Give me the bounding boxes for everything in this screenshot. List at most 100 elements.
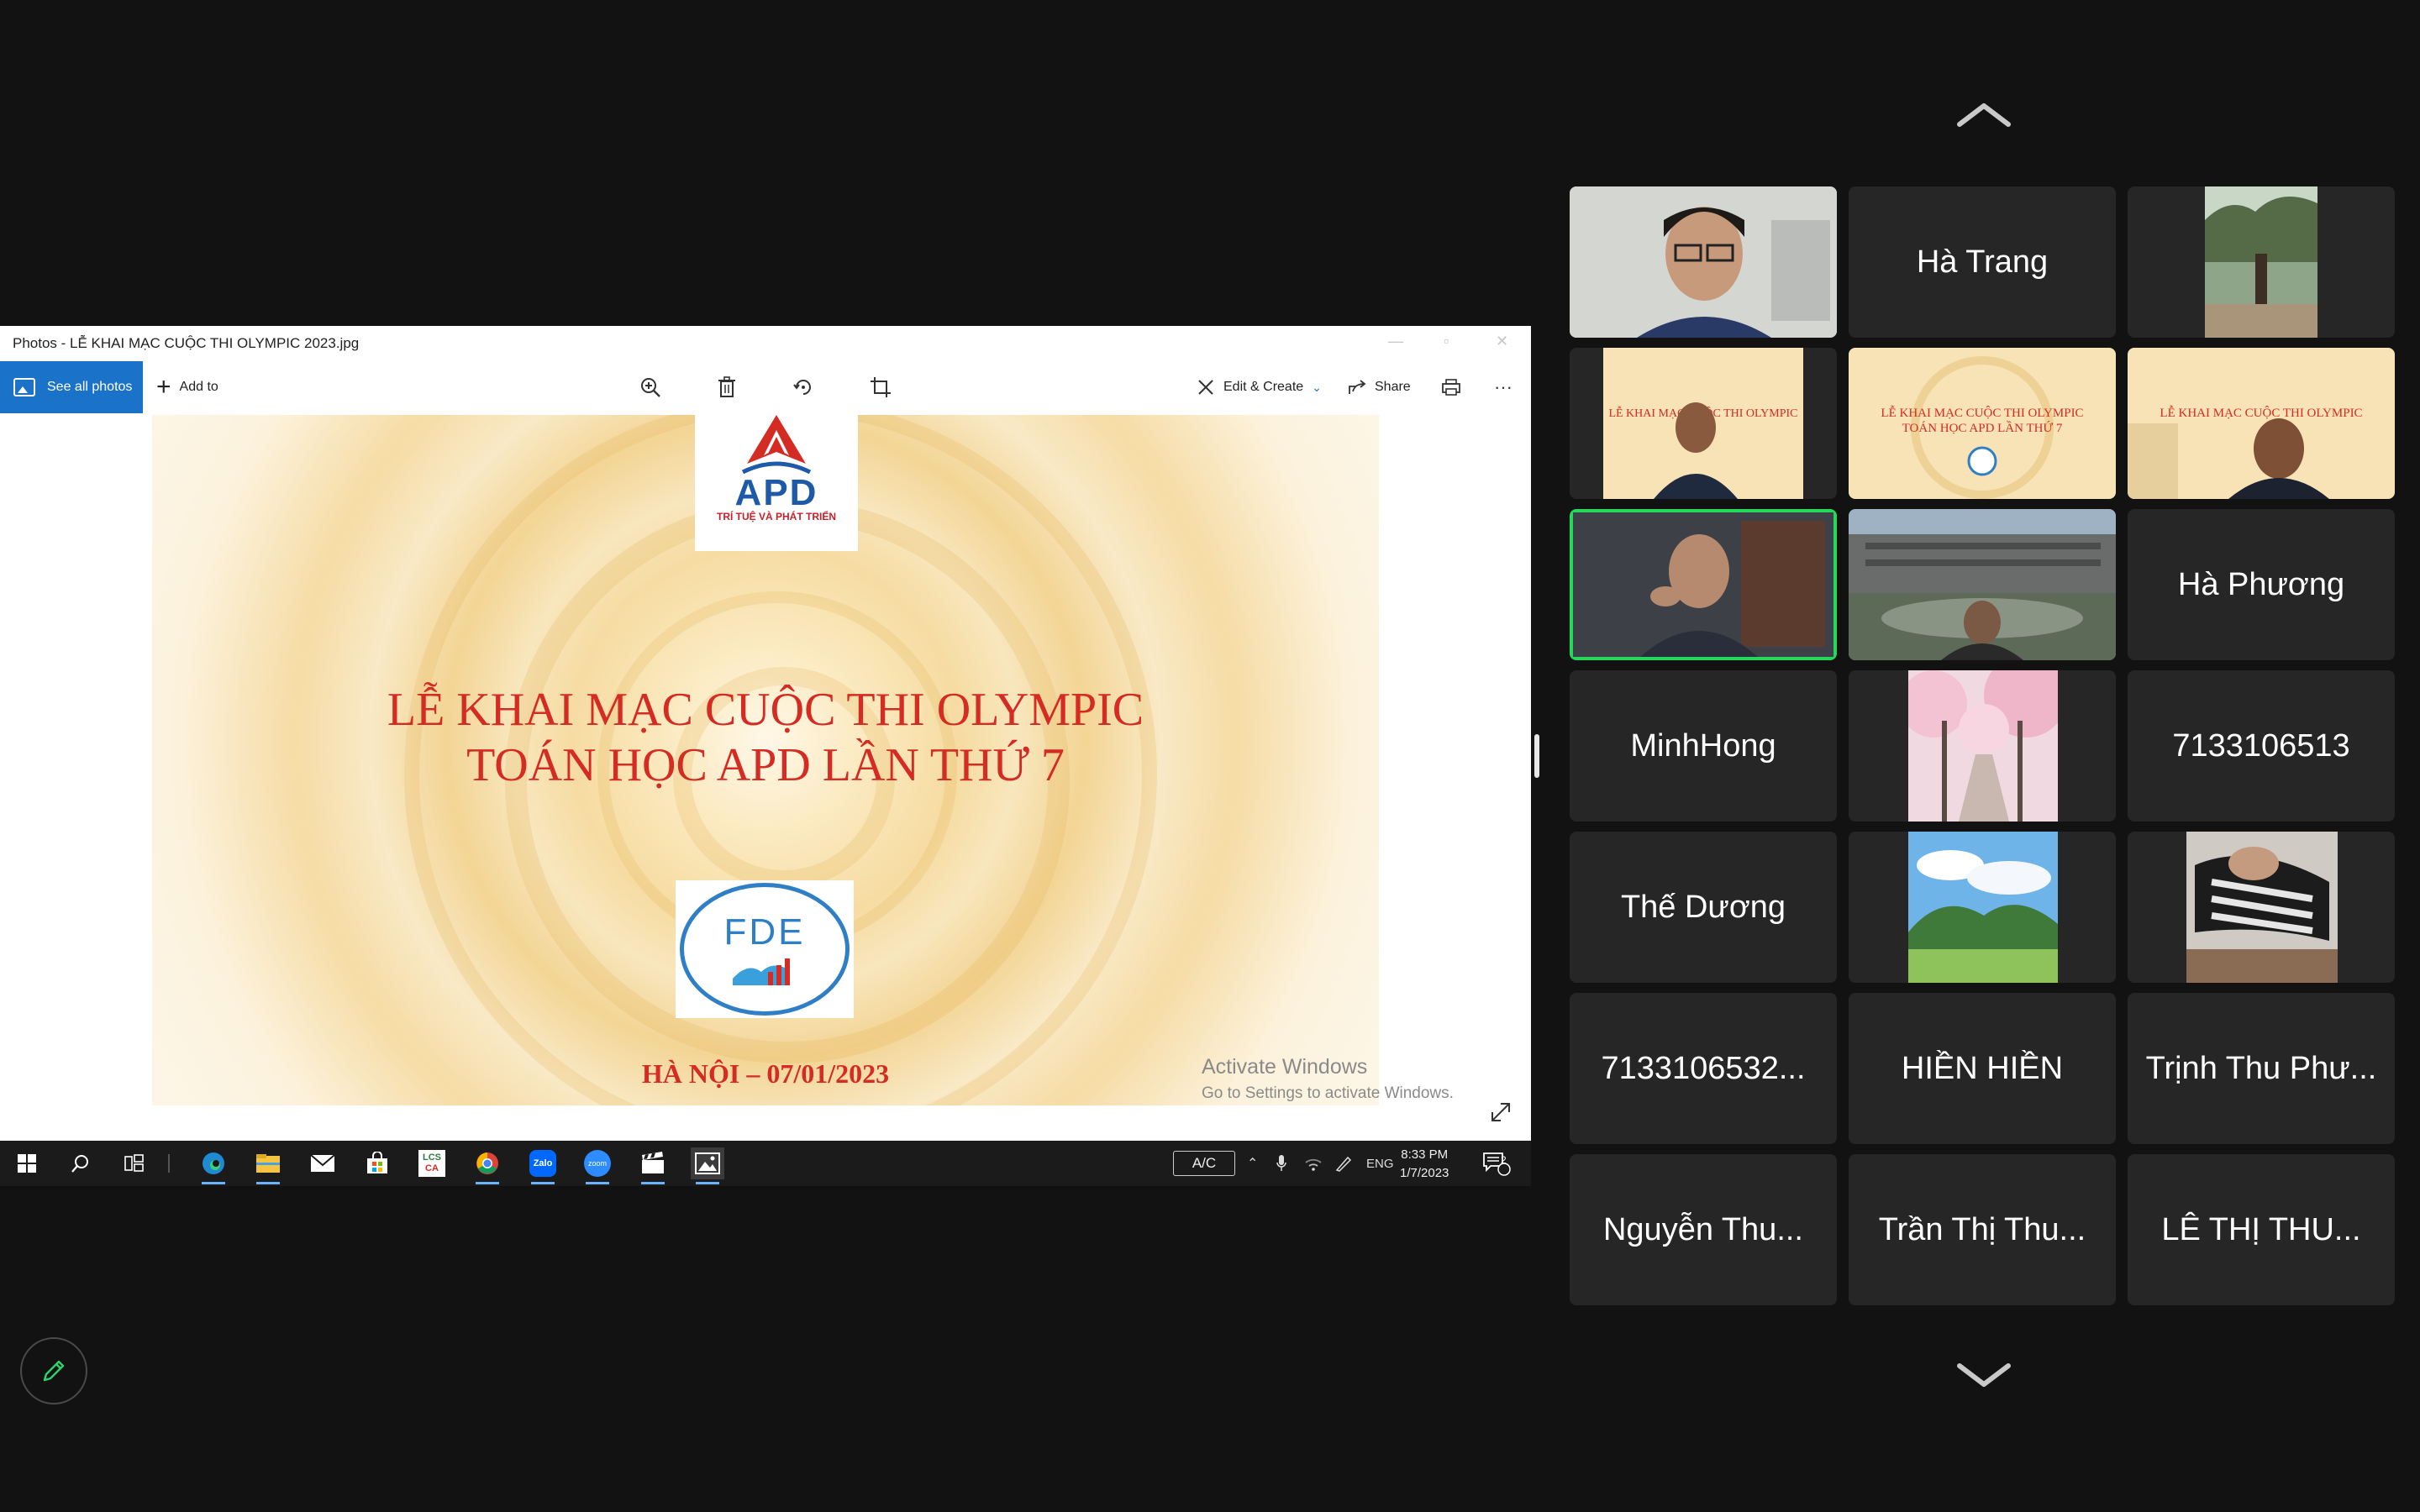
windows-taskbar: LCS CA Zalo zoom A/C ⌃ ENG 8:33 PM 1/7/2… (0, 1141, 1531, 1186)
participant-tile[interactable] (1570, 186, 1837, 338)
participant-tile[interactable] (2128, 832, 2395, 983)
fde-logo: FDE (676, 880, 854, 1018)
edge-icon[interactable] (197, 1147, 230, 1184)
search-icon[interactable] (64, 1147, 97, 1179)
edit-create-button[interactable]: Edit & Create ⌄ (1197, 361, 1322, 413)
participant-name: 7133106513 (2172, 727, 2350, 764)
participant-tile-active-speaker[interactable] (1570, 509, 1837, 660)
pen-tray-icon[interactable] (1334, 1141, 1353, 1186)
participant-tile[interactable]: LỄ KHAI MẠC CUỘC THI OLYMPIC (2128, 348, 2395, 499)
show-hidden-icons-icon[interactable]: ⌃ (1247, 1141, 1258, 1186)
slide-title: LỄ KHAI MẠC CUỘC THI OLYMPIC TOÁN HỌC AP… (152, 682, 1379, 793)
participant-profile-photo (2205, 186, 2317, 338)
fde-logo-text: FDE (723, 911, 806, 953)
video-editor-icon[interactable] (636, 1147, 670, 1184)
file-explorer-icon[interactable] (251, 1147, 285, 1184)
share-button[interactable]: Share (1348, 361, 1411, 413)
svg-text:LỄ KHAI MẠC CUỘC THI OLYMPIC: LỄ KHAI MẠC CUỘC THI OLYMPIC (1881, 405, 2083, 420)
wifi-icon[interactable] (1304, 1141, 1323, 1186)
lcs-ca-icon[interactable]: LCS CA (415, 1147, 449, 1179)
participant-tile[interactable] (1849, 670, 2116, 822)
zoom-label: zoom (584, 1150, 611, 1177)
participant-tile[interactable]: Nguyễn Thu... (1570, 1154, 1837, 1305)
bar-chart-icon (733, 958, 790, 985)
photo-icon (13, 378, 35, 396)
chrome-icon[interactable] (471, 1147, 504, 1184)
annotate-button[interactable] (20, 1337, 87, 1404)
participant-tile[interactable] (2128, 186, 2395, 338)
see-all-photos-button[interactable]: See all photos (0, 361, 143, 413)
gallery-up-arrow-icon[interactable] (1954, 97, 2013, 131)
task-view-icon[interactable] (118, 1147, 151, 1179)
participant-name: Nguyễn Thu... (1602, 1211, 1803, 1247)
participant-profile-photo (2186, 832, 2338, 983)
participant-tile[interactable]: Hà Phương (2128, 509, 2395, 660)
expand-fullscreen-icon[interactable] (1489, 1100, 1512, 1124)
participant-video: LỄ KHAI MẠC CUỘC THI OLYMPIC (2128, 348, 2395, 499)
participant-tile[interactable]: MinhHong (1570, 670, 1837, 822)
share-label: Share (1375, 380, 1411, 394)
participant-tile[interactable]: HIỀN HIỀN (1849, 993, 2116, 1144)
photos-app-icon[interactable] (691, 1147, 724, 1184)
zoom-app-icon[interactable]: zoom (581, 1147, 614, 1184)
participant-name: Trịnh Thu Phư... (2145, 1050, 2377, 1086)
mail-icon[interactable] (306, 1147, 339, 1179)
ac-indicator[interactable]: A/C (1173, 1151, 1235, 1176)
splitter-handle[interactable] (1534, 734, 1539, 778)
taskbar-clock[interactable]: 8:33 PM 1/7/2023 (1400, 1146, 1449, 1183)
print-icon[interactable] (1437, 373, 1465, 402)
clock-date: 1/7/2023 (1400, 1166, 1449, 1180)
participant-tile[interactable] (1849, 832, 2116, 983)
participant-name: HIỀN HIỀN (1901, 1050, 2064, 1086)
participant-tile[interactable]: Trịnh Thu Phư... (2128, 993, 2395, 1144)
participant-video: LỄ KHAI MẠC CUỘC THI OLYMPIC (1603, 348, 1803, 499)
participant-tile[interactable] (1849, 509, 2116, 660)
minimize-icon[interactable]: — (1388, 333, 1403, 350)
store-icon[interactable] (360, 1147, 394, 1179)
apd-logo-tagline: TRÍ TUỆ VÀ PHÁT TRIỂN (716, 511, 836, 522)
crop-icon[interactable] (866, 373, 895, 402)
participant-tile[interactable]: Trần Thị Thu... (1849, 1154, 2116, 1305)
close-icon[interactable]: ✕ (1496, 333, 1508, 350)
activate-windows-line1: Activate Windows (1202, 1055, 1368, 1079)
microphone-icon[interactable] (1276, 1141, 1287, 1186)
participant-tile[interactable]: LỄ KHAI MẠC CUỘC THI OLYMPIC (1570, 348, 1837, 499)
gallery-down-arrow-icon[interactable] (1954, 1359, 2013, 1393)
apd-logo: APD TRÍ TUỆ VÀ PHÁT TRIỂN (695, 413, 858, 551)
participant-tile[interactable]: Hà Trang (1849, 186, 2116, 338)
share-icon (1349, 380, 1366, 394)
slide-title-line2: TOÁN HỌC APD LẦN THỨ 7 (466, 739, 1065, 791)
maximize-icon[interactable]: ▫ (1444, 333, 1449, 350)
taskbar-separator (168, 1154, 170, 1173)
photos-titlebar: Photos - LỄ KHAI MẠC CUỘC THI OLYMPIC 20… (0, 326, 1531, 362)
apd-logo-text: APD (734, 472, 818, 513)
zoom-in-icon[interactable] (636, 373, 665, 402)
zalo-icon[interactable]: Zalo (526, 1147, 560, 1184)
clock-time: 8:33 PM (1401, 1147, 1449, 1162)
participant-tile[interactable]: LỄ KHAI MẠC CUỘC THI OLYMPIC TOÁN HỌC AP… (1849, 348, 2116, 499)
windows-start-icon[interactable] (10, 1147, 44, 1179)
more-options-icon[interactable]: ··· (1489, 373, 1518, 402)
add-to-button[interactable]: + Add to (156, 361, 218, 413)
participant-name: MinhHong (1630, 727, 1776, 764)
participant-video (1573, 512, 1833, 657)
apd-flame-icon (741, 415, 812, 475)
ca-label: CA (425, 1163, 439, 1173)
edit-create-label: Edit & Create (1223, 380, 1304, 394)
participant-tile[interactable]: LÊ THỊ THU... (2128, 1154, 2395, 1305)
pencil-icon (43, 1360, 65, 1382)
language-indicator[interactable]: ENG (1366, 1141, 1394, 1186)
rotate-icon[interactable] (789, 373, 818, 402)
participant-name: Thế Dương (1620, 889, 1786, 925)
participant-tile[interactable]: Thế Dương (1570, 832, 1837, 983)
edit-create-icon (1198, 380, 1213, 395)
add-to-label: Add to (179, 380, 218, 394)
participant-profile-photo (1908, 832, 2058, 983)
participant-tile[interactable]: 7133106513 (2128, 670, 2395, 822)
notification-center-icon[interactable]: 2 (1482, 1141, 1511, 1186)
participant-name: Hà Trang (1916, 244, 2049, 280)
participant-tile[interactable]: 7133106532... (1570, 993, 1837, 1144)
participant-name: Hà Phương (2177, 566, 2345, 602)
participant-profile-photo (1908, 670, 2058, 822)
delete-icon[interactable] (713, 373, 741, 402)
